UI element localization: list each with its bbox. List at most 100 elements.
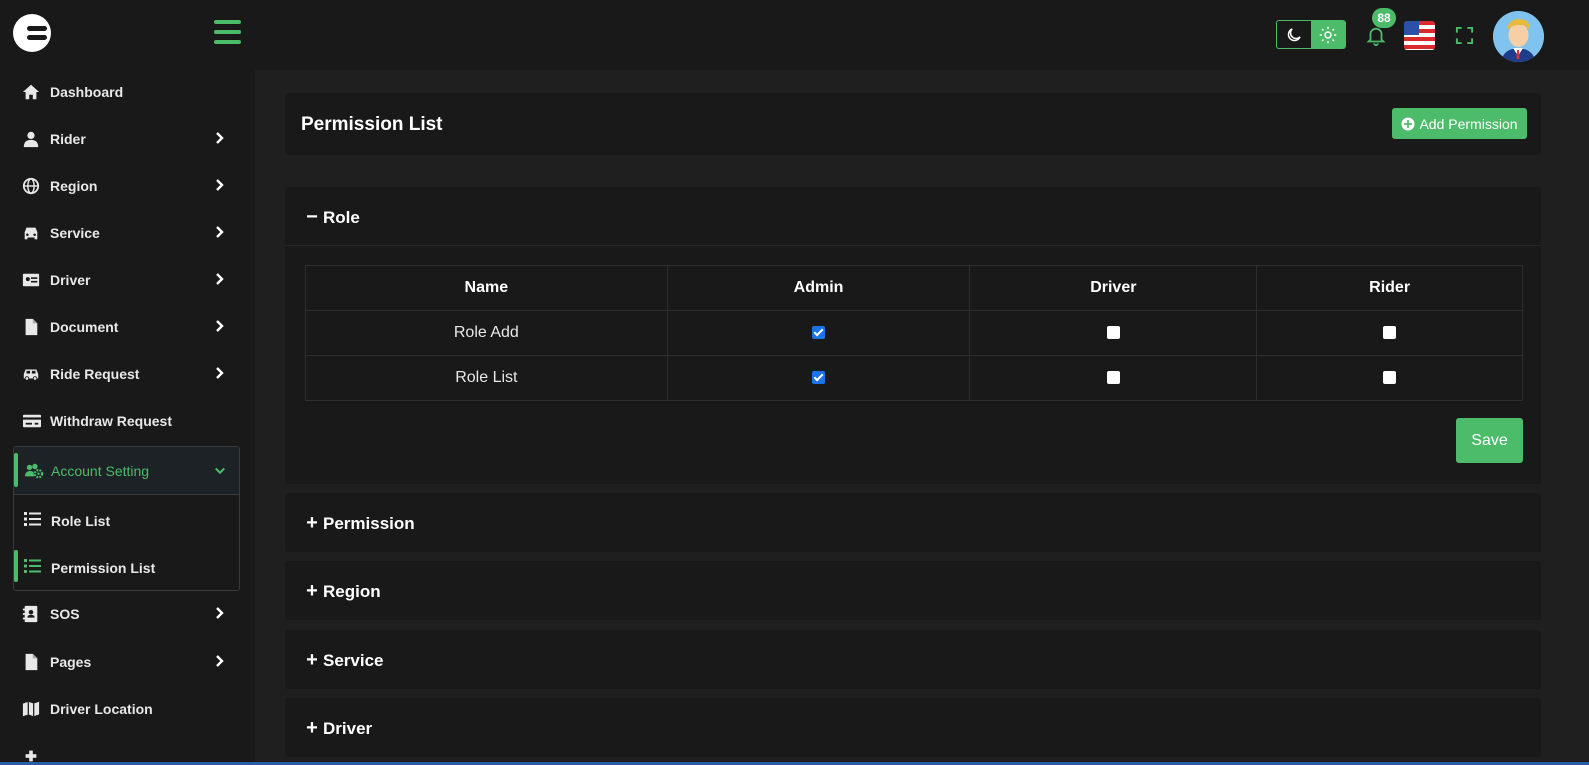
money-icon [22, 412, 41, 430]
column-header: Driver [969, 265, 1258, 311]
table-row: Role List [305, 355, 1523, 401]
save-button[interactable]: Save [1456, 418, 1523, 463]
page-icon [22, 653, 40, 671]
sidebar-item-label: Service [50, 225, 100, 241]
sidebar-item-label: Dashboard [50, 84, 124, 100]
accordion-title: Region [323, 581, 381, 601]
add-permission-label: Add Permission [1419, 115, 1518, 132]
document-icon [22, 318, 40, 336]
admin-checkbox[interactable] [812, 326, 826, 340]
sidebar-item-label: Document [50, 319, 119, 335]
sidebar-item-account-setting[interactable]: Account Setting [14, 447, 239, 495]
main-content: Permission List Add Permission − Role Na… [255, 70, 1589, 765]
globe-icon [22, 177, 40, 195]
rider-checkbox[interactable] [1383, 326, 1397, 340]
column-header: Name [305, 265, 668, 311]
sidebar-item-driver-location[interactable]: Driver Location [13, 687, 241, 731]
sidebar-item-label: Region [50, 178, 98, 194]
sidebar-item-pages[interactable]: Pages [13, 640, 241, 684]
accordion-title: Driver [323, 718, 373, 738]
chevron-right-icon [213, 272, 227, 286]
chevron-right-icon [213, 319, 227, 333]
sidebar-item-label: Rider [50, 131, 86, 147]
sidebar-item-rider[interactable]: Rider [13, 117, 241, 161]
page-header-card: Permission List Add Permission [285, 93, 1541, 155]
avatar[interactable] [1493, 11, 1544, 62]
plus-icon: + [306, 580, 318, 602]
rider-checkbox[interactable] [1383, 371, 1397, 385]
rider-cell [1256, 310, 1523, 356]
hamburger-icon[interactable] [214, 20, 241, 45]
account-setting-submenu: Account Setting Role List Permission Lis… [13, 446, 240, 591]
accordion-header-role[interactable]: − Role [285, 187, 1541, 246]
admin-cell [666, 355, 971, 401]
car-icon [22, 224, 40, 242]
list-icon [24, 559, 41, 578]
chevron-right-icon [213, 225, 227, 239]
driver-checkbox[interactable] [1106, 326, 1120, 340]
sidebar-item-label: Driver [50, 272, 91, 288]
sidebar-item-label: Account Setting [51, 463, 150, 479]
accordion-role: − Role Name Admin Driver Rider Role Add [285, 187, 1541, 484]
rider-cell [1256, 355, 1523, 401]
table-row: Role Add [305, 310, 1523, 356]
sidebar-item-driver[interactable]: Driver [13, 258, 241, 302]
chevron-right-icon [213, 178, 227, 192]
home-icon [22, 83, 40, 101]
chevron-right-icon [213, 131, 227, 145]
driver-cell [969, 310, 1258, 356]
chevron-right-icon [213, 366, 227, 380]
page-title: Permission List [301, 114, 443, 135]
theme-toggle[interactable] [1276, 20, 1346, 49]
sidebar-item-label: Pages [50, 654, 92, 670]
sidebar-item-service[interactable]: Service [13, 211, 241, 255]
sidebar-item-withdraw-request[interactable]: Withdraw Request [13, 399, 241, 443]
sidebar-item-partial[interactable] [13, 734, 241, 765]
active-indicator [14, 550, 18, 582]
sun-icon[interactable] [1311, 21, 1345, 48]
admin-checkbox[interactable] [812, 371, 826, 385]
plus-icon: + [306, 512, 318, 534]
moon-icon[interactable] [1277, 21, 1311, 48]
sidebar-item-label: Driver Location [50, 701, 153, 717]
minus-icon: − [306, 206, 318, 228]
logo-icon[interactable] [13, 14, 51, 52]
chevron-right-icon [213, 606, 227, 620]
add-permission-button[interactable]: Add Permission [1392, 108, 1527, 139]
chevron-down-icon [214, 464, 226, 482]
accordion-title: Role [323, 207, 360, 227]
sidebar-item-label: Withdraw Request [50, 413, 172, 429]
plus-icon: + [306, 649, 318, 671]
sidebar-item-sos[interactable]: SOS [13, 592, 241, 636]
driver-cell [969, 355, 1258, 401]
permission-table: Name Admin Driver Rider Role Add Role Li… [305, 265, 1523, 401]
admin-cell [666, 310, 971, 356]
sidebar-subitem-role-list[interactable]: Role List [14, 497, 239, 541]
sidebar-item-label: Ride Request [50, 366, 140, 382]
sidebar-subitem-label: Role List [51, 513, 111, 529]
fullscreen-icon[interactable] [1455, 26, 1474, 45]
accordion-service[interactable]: + Service [285, 630, 1541, 689]
taxi-icon [22, 365, 40, 383]
sidebar-subitem-label: Permission List [51, 560, 156, 576]
plus-icon: + [306, 717, 318, 739]
driver-checkbox[interactable] [1106, 371, 1120, 385]
column-header: Admin [666, 265, 971, 311]
plus-circle-icon [1401, 116, 1416, 131]
accordion-driver[interactable]: + Driver [285, 698, 1541, 757]
table-header-row: Name Admin Driver Rider [305, 265, 1523, 311]
sidebar-item-region[interactable]: Region [13, 164, 241, 208]
chevron-right-icon [213, 654, 227, 668]
accordion-region[interactable]: + Region [285, 561, 1541, 620]
sidebar-item-label: SOS [50, 606, 80, 622]
sidebar-item-ride-request[interactable]: Ride Request [13, 352, 241, 396]
sidebar-subitem-permission-list[interactable]: Permission List [14, 544, 239, 588]
sidebar-item-document[interactable]: Document [13, 305, 241, 349]
contact-book-icon [22, 605, 40, 623]
sidebar-item-dashboard[interactable]: Dashboard [13, 70, 241, 114]
map-icon [22, 700, 40, 718]
us-flag-icon[interactable] [1404, 21, 1435, 50]
accordion-permission[interactable]: + Permission [285, 493, 1541, 552]
accordion-title: Service [323, 650, 384, 670]
column-header: Rider [1256, 265, 1523, 311]
